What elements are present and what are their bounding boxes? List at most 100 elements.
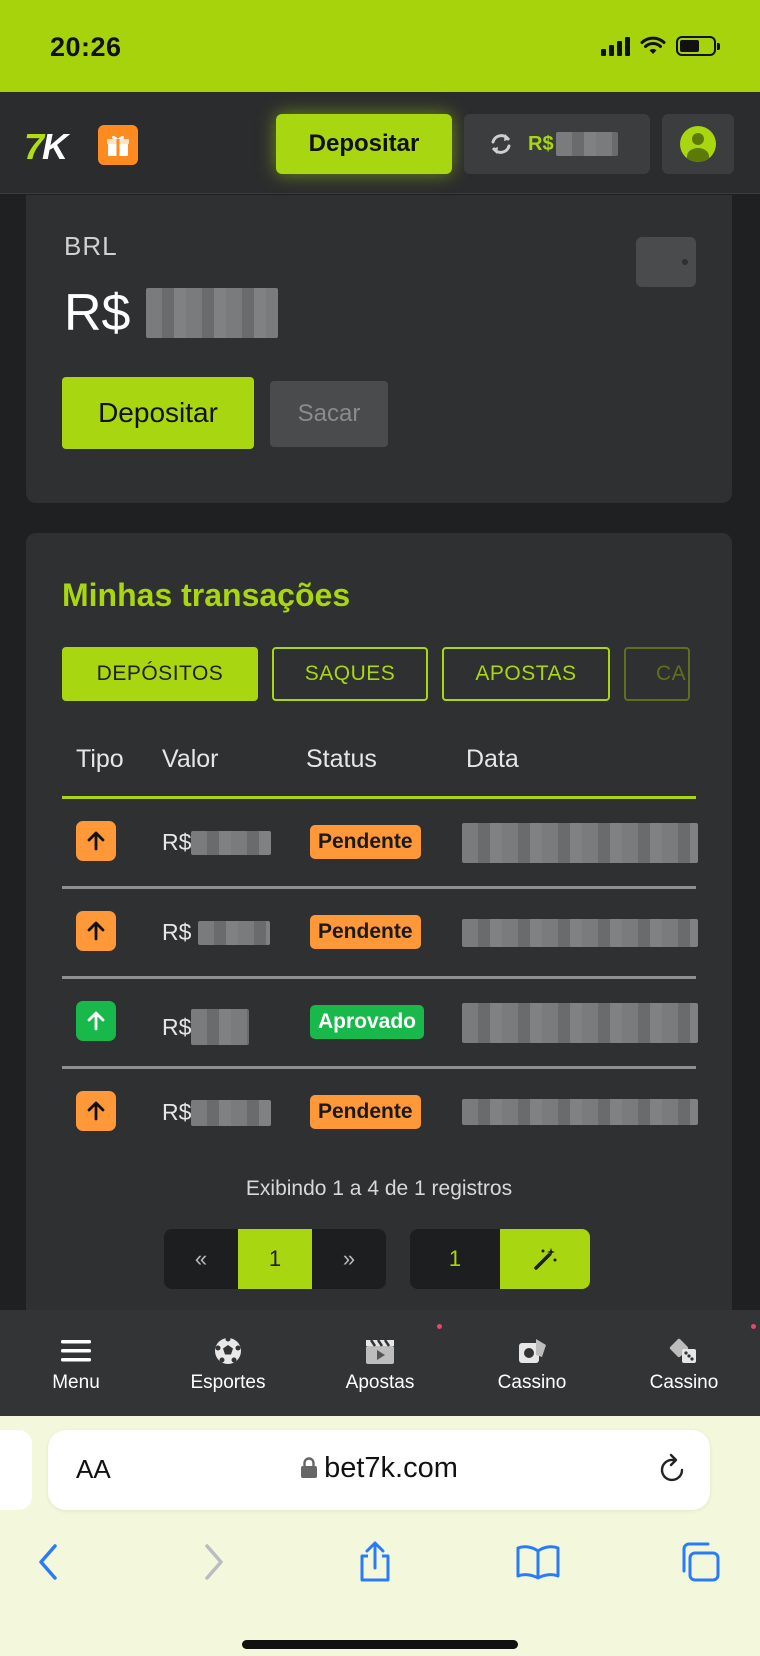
hidden-value-blur xyxy=(191,1009,250,1045)
wallet-currency: BRL xyxy=(64,231,118,261)
home-indicator xyxy=(242,1640,518,1649)
page-jump: 1 xyxy=(410,1229,590,1289)
reload-icon[interactable] xyxy=(658,1452,688,1489)
site-logo[interactable]: 7K xyxy=(24,126,68,168)
arrow-up-icon xyxy=(76,1001,116,1041)
pagination: « 1 » xyxy=(164,1229,386,1289)
wallet-icon xyxy=(636,237,696,287)
wallet-balance: R$ xyxy=(64,283,279,343)
wallet-card: BRL R$ Depositar Sacar xyxy=(26,195,732,503)
hidden-amount-blur xyxy=(146,288,279,338)
hidden-date-blur xyxy=(462,1003,698,1043)
bookmarks-icon[interactable] xyxy=(508,1532,568,1592)
tab-cassino[interactable]: CA xyxy=(624,647,690,701)
column-data: Data xyxy=(466,745,519,773)
records-count: Exibindo 1 a 4 de 1 registros xyxy=(245,1177,513,1200)
hidden-balance-blur xyxy=(555,132,618,156)
status-badge: Pendente xyxy=(310,915,421,949)
hidden-date-blur xyxy=(462,1099,698,1125)
menu-icon xyxy=(60,1336,92,1366)
last-page-button[interactable]: » xyxy=(312,1229,386,1289)
previous-tab-bar[interactable] xyxy=(0,1430,32,1510)
user-account-button[interactable] xyxy=(662,114,734,174)
table-row[interactable]: R$ Aprovado xyxy=(62,979,698,1069)
deposit-button[interactable]: Depositar xyxy=(62,377,254,449)
wifi-icon xyxy=(640,36,666,54)
table-row[interactable]: R$ Pendente xyxy=(62,1069,698,1159)
header-deposit-button[interactable]: Depositar xyxy=(276,114,452,174)
table-row[interactable]: R$ Pendente xyxy=(62,799,698,889)
current-page-button[interactable]: 1 xyxy=(238,1229,312,1289)
browser-toolbar xyxy=(0,1532,760,1592)
browser-chrome: AA bet7k.com xyxy=(0,1416,760,1656)
address-bar[interactable]: AA bet7k.com xyxy=(48,1430,710,1510)
hidden-value-blur xyxy=(191,830,272,855)
status-time: 20:26 xyxy=(50,32,122,62)
nav-label: Esportes xyxy=(190,1372,266,1393)
page-number-input[interactable]: 1 xyxy=(410,1229,500,1289)
withdraw-button[interactable]: Sacar xyxy=(270,381,388,447)
transactions-card: Minhas transações DEPÓSITOS SAQUES APOST… xyxy=(26,533,732,1310)
header-balance-value: R$ xyxy=(528,132,618,156)
column-status: Status xyxy=(306,745,377,773)
nav-label: Menu xyxy=(52,1372,100,1393)
nav-apostas[interactable]: Apostas xyxy=(304,1310,456,1416)
forward-icon[interactable] xyxy=(184,1532,244,1592)
nav-label: Cassino xyxy=(497,1372,567,1393)
header-balance[interactable]: R$ xyxy=(464,114,650,174)
nav-cassino[interactable]: Cassino xyxy=(456,1310,608,1416)
bottom-nav: Menu Esportes Apostas Cassino Cassino xyxy=(0,1310,760,1416)
gift-icon[interactable] xyxy=(98,125,138,165)
status-badge: Pendente xyxy=(310,1095,421,1129)
clapperboard-icon xyxy=(364,1336,396,1366)
first-page-button[interactable]: « xyxy=(164,1229,238,1289)
tab-apostas[interactable]: APOSTAS xyxy=(442,647,610,701)
hidden-date-blur xyxy=(462,823,698,863)
refresh-icon[interactable] xyxy=(488,131,514,157)
app-header: 7K Depositar R$ xyxy=(0,92,760,194)
cellular-signal-icon xyxy=(601,36,630,56)
hidden-date-blur xyxy=(462,919,698,947)
dice-icon xyxy=(668,1336,700,1366)
hidden-value-blur xyxy=(191,1099,272,1126)
arrow-up-icon xyxy=(76,911,116,951)
row-value: R$ xyxy=(162,1099,272,1126)
page-content: BRL R$ Depositar Sacar Minhas transações… xyxy=(0,195,760,1310)
tab-depositos[interactable]: DEPÓSITOS xyxy=(62,647,258,701)
status-bar: 20:26 xyxy=(0,0,760,92)
column-tipo: Tipo xyxy=(76,745,124,773)
poker-chip-icon xyxy=(516,1336,548,1366)
nav-label: Apostas xyxy=(345,1372,415,1393)
back-icon[interactable] xyxy=(18,1532,78,1592)
table-header: Tipo Valor Status Data xyxy=(62,729,696,799)
go-to-page-button[interactable] xyxy=(500,1229,590,1289)
column-valor: Valor xyxy=(162,745,219,773)
hidden-value-blur xyxy=(197,920,270,945)
tabs-icon[interactable] xyxy=(670,1532,730,1592)
nav-esportes[interactable]: Esportes xyxy=(152,1310,304,1416)
notification-dot xyxy=(751,1324,756,1329)
status-badge: Pendente xyxy=(310,825,421,859)
nav-cassino-dice[interactable]: Cassino xyxy=(608,1310,760,1416)
lock-icon xyxy=(301,1457,318,1478)
notification-dot xyxy=(437,1324,442,1329)
avatar-icon xyxy=(680,126,716,162)
magic-wand-icon xyxy=(534,1248,557,1270)
soccer-ball-icon xyxy=(212,1336,244,1366)
arrow-up-icon xyxy=(76,1091,116,1131)
tab-saques[interactable]: SAQUES xyxy=(272,647,428,701)
status-badge: Aprovado xyxy=(310,1005,425,1039)
nav-menu[interactable]: Menu xyxy=(0,1310,152,1416)
transaction-tabs: DEPÓSITOS SAQUES APOSTAS CA xyxy=(62,647,702,701)
share-icon[interactable] xyxy=(345,1532,405,1592)
nav-label: Cassino xyxy=(649,1372,719,1393)
row-value: R$ xyxy=(162,919,270,946)
row-value: R$ xyxy=(162,829,272,856)
address-text[interactable]: bet7k.com xyxy=(48,1452,710,1485)
transactions-title: Minhas transações xyxy=(62,577,351,613)
row-value: R$ xyxy=(162,1009,250,1045)
arrow-up-icon xyxy=(76,821,116,861)
table-row[interactable]: R$ Pendente xyxy=(62,889,698,979)
status-icons xyxy=(601,36,720,56)
battery-icon xyxy=(676,36,720,56)
